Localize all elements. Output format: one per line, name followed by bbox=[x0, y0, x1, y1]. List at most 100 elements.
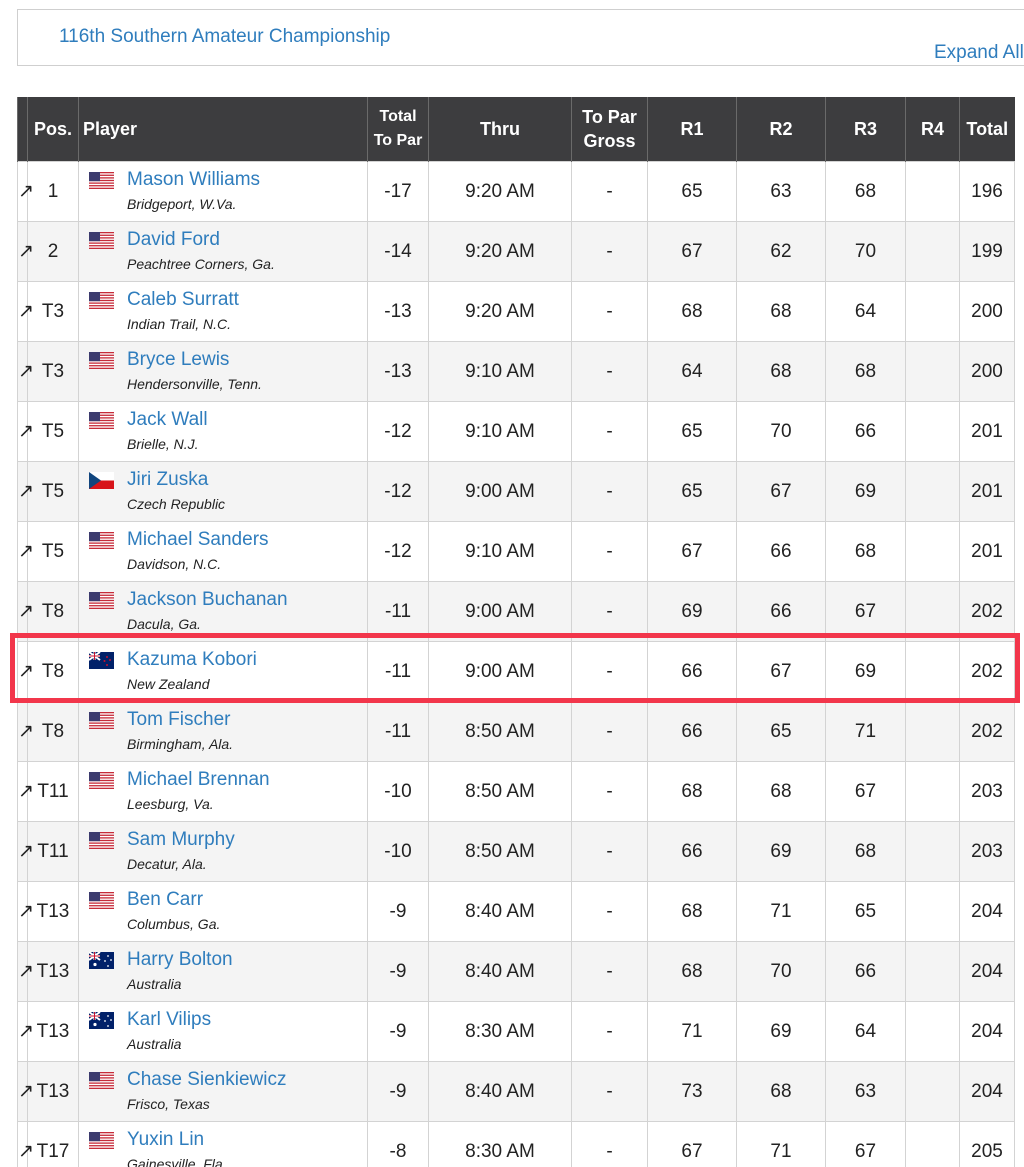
table-row[interactable]: ↗ T8 Tom Fischer Birmingham, Ala. -11 8:50 AM… bbox=[17, 701, 1015, 762]
pos-cell: T13 bbox=[27, 1001, 79, 1062]
table-row[interactable]: ↗ T3 Bryce Lewis Hendersonville, Tenn. -13 9:… bbox=[17, 341, 1015, 402]
r3-cell: 67 bbox=[825, 581, 906, 642]
table-row[interactable]: ↗ 2 David Ford Peachtree Corners, Ga. -14 9:2… bbox=[17, 221, 1015, 282]
leaderboard: Pos. Player Total To Par Thru To Par Gross… bbox=[17, 97, 1017, 1167]
table-row[interactable]: ↗ T5 Michael Sanders Davidson, N.C. -12 9:10 … bbox=[17, 521, 1015, 582]
table-row[interactable]: ↗ T3 Caleb Surratt Indian Trail, N.C. -13 9:2… bbox=[17, 281, 1015, 342]
expand-row-icon[interactable]: ↗ bbox=[17, 461, 34, 522]
player-name-link[interactable]: Karl Vilips bbox=[127, 1009, 211, 1031]
expand-row-icon[interactable]: ↗ bbox=[17, 641, 34, 702]
table-row[interactable]: ↗ T11 Sam Murphy Decatur, Ala. -10 8:50 AM -66… bbox=[17, 821, 1015, 882]
player-name-link[interactable]: Ben Carr bbox=[127, 889, 203, 911]
player-cell: Michael Brennan Leesburg, Va. bbox=[78, 761, 368, 822]
table-row-highlighted[interactable]: ↗ T8 Kazuma Kobori New Zealand -11 9:00 AM -66… bbox=[17, 641, 1015, 702]
header-player[interactable]: Player bbox=[78, 97, 368, 162]
expand-row-icon[interactable]: ↗ bbox=[17, 701, 34, 762]
expand-row-icon[interactable]: ↗ bbox=[17, 221, 34, 282]
expand-row-icon[interactable]: ↗ bbox=[17, 821, 34, 882]
table-row[interactable]: ↗ T13 Ben Carr Columbus, Ga. -9 8:40 AM -68 71 6… bbox=[17, 881, 1015, 942]
expand-row-icon[interactable]: ↗ bbox=[17, 1121, 34, 1167]
r1-cell: 67 bbox=[647, 1121, 737, 1167]
header-pos[interactable]: Pos. bbox=[27, 97, 79, 162]
thru-cell: 8:50 AM bbox=[428, 701, 572, 762]
table-row[interactable]: ↗ T5 Jack Wall Brielle, N.J. -12 9:10 AM -65 70… bbox=[17, 401, 1015, 462]
r4-cell bbox=[905, 1121, 960, 1167]
r4-cell bbox=[905, 941, 960, 1002]
expand-row-icon[interactable]: ↗ bbox=[17, 341, 34, 402]
player-name-link[interactable]: Chase Sienkiewicz bbox=[127, 1069, 286, 1091]
expand-row-icon[interactable]: ↗ bbox=[17, 881, 34, 942]
player-name-link[interactable]: Bryce Lewis bbox=[127, 349, 229, 371]
r4-cell bbox=[905, 761, 960, 822]
to-par-gross-cell: - bbox=[571, 461, 648, 522]
player-name-link[interactable]: Tom Fischer bbox=[127, 709, 230, 731]
r3-cell: 67 bbox=[825, 761, 906, 822]
player-location: Brielle, N.J. bbox=[127, 436, 199, 452]
r3-cell: 65 bbox=[825, 881, 906, 942]
r2-cell: 70 bbox=[736, 941, 826, 1002]
player-name-link[interactable]: Kazuma Kobori bbox=[127, 649, 257, 671]
player-name-link[interactable]: Michael Sanders bbox=[127, 529, 269, 551]
total-cell: 203 bbox=[959, 761, 1015, 822]
table-row[interactable]: ↗ T17 Yuxin Lin Gainesville, Fla. -8 8:30 AM -… bbox=[17, 1121, 1015, 1167]
header-thru[interactable]: Thru bbox=[428, 97, 572, 162]
player-name-link[interactable]: Michael Brennan bbox=[127, 769, 270, 791]
player-name-link[interactable]: Jackson Buchanan bbox=[127, 589, 288, 611]
total-to-par-cell: -11 bbox=[367, 581, 429, 642]
header-total-to-par[interactable]: Total To Par bbox=[367, 97, 429, 162]
table-row[interactable]: ↗ T5 Jiri Zuska Czech Republic -12 9:00 AM -65… bbox=[17, 461, 1015, 522]
header-r2[interactable]: R2 bbox=[736, 97, 826, 162]
table-row[interactable]: ↗ T8 Jackson Buchanan Dacula, Ga. -11 9:00 AM… bbox=[17, 581, 1015, 642]
expand-row-icon[interactable]: ↗ bbox=[17, 161, 34, 222]
table-row[interactable]: ↗ T13 Harry Bolton Australia -9 8:40 AM -68 70 6… bbox=[17, 941, 1015, 1002]
to-par-gross-cell: - bbox=[571, 701, 648, 762]
expand-row-icon[interactable]: ↗ bbox=[17, 1001, 34, 1062]
player-cell: Caleb Surratt Indian Trail, N.C. bbox=[78, 281, 368, 342]
table-row[interactable]: ↗ T13 Chase Sienkiewicz Frisco, Texas -9 8:40… bbox=[17, 1061, 1015, 1122]
thru-cell: 9:00 AM bbox=[428, 581, 572, 642]
r2-cell: 68 bbox=[736, 761, 826, 822]
player-name-link[interactable]: Jiri Zuska bbox=[127, 469, 208, 491]
player-name-link[interactable]: David Ford bbox=[127, 229, 220, 251]
expand-row-icon[interactable]: ↗ bbox=[17, 1061, 34, 1122]
player-cell: Jackson Buchanan Dacula, Ga. bbox=[78, 581, 368, 642]
header-r4[interactable]: R4 bbox=[905, 97, 960, 162]
player-name-link[interactable]: Harry Bolton bbox=[127, 949, 233, 971]
expand-row-icon[interactable]: ↗ bbox=[17, 581, 34, 642]
table-row[interactable]: ↗ T13 Karl Vilips Australia -9 8:30 AM -71 69 64… bbox=[17, 1001, 1015, 1062]
total-cell: 200 bbox=[959, 281, 1015, 342]
expand-row-icon[interactable]: ↗ bbox=[17, 401, 34, 462]
total-cell: 204 bbox=[959, 941, 1015, 1002]
usa-flag-icon bbox=[89, 832, 114, 849]
player-name-link[interactable]: Caleb Surratt bbox=[127, 289, 239, 311]
player-name-link[interactable]: Sam Murphy bbox=[127, 829, 235, 851]
total-cell: 201 bbox=[959, 401, 1015, 462]
header-to-par-gross[interactable]: To Par Gross bbox=[571, 97, 648, 162]
expand-row-icon[interactable]: ↗ bbox=[17, 521, 34, 582]
header-r3[interactable]: R3 bbox=[825, 97, 906, 162]
event-title[interactable]: 116th Southern Amateur Championship bbox=[59, 26, 390, 48]
player-name-link[interactable]: Mason Williams bbox=[127, 169, 260, 191]
table-row[interactable]: ↗ 1 Mason Williams Bridgeport, W.Va. -17 9:20… bbox=[17, 161, 1015, 222]
r3-cell: 69 bbox=[825, 461, 906, 522]
player-name-link[interactable]: Yuxin Lin bbox=[127, 1129, 204, 1151]
r4-cell bbox=[905, 401, 960, 462]
to-par-gross-cell: - bbox=[571, 341, 648, 402]
expand-row-icon[interactable]: ↗ bbox=[17, 941, 34, 1002]
player-location: Dacula, Ga. bbox=[127, 616, 201, 632]
thru-cell: 8:40 AM bbox=[428, 1061, 572, 1122]
player-location: Indian Trail, N.C. bbox=[127, 316, 231, 332]
table-row[interactable]: ↗ T11 Michael Brennan Leesburg, Va. -10 8:50 … bbox=[17, 761, 1015, 822]
player-cell: Michael Sanders Davidson, N.C. bbox=[78, 521, 368, 582]
header-total[interactable]: Total bbox=[959, 97, 1015, 162]
player-name-link[interactable]: Jack Wall bbox=[127, 409, 208, 431]
expand-all-link[interactable]: Expand All bbox=[934, 42, 1024, 64]
r4-cell bbox=[905, 161, 960, 222]
r2-cell: 63 bbox=[736, 161, 826, 222]
total-cell: 204 bbox=[959, 1061, 1015, 1122]
expand-row-icon[interactable]: ↗ bbox=[17, 281, 34, 342]
expand-row-icon[interactable]: ↗ bbox=[17, 761, 34, 822]
usa-flag-icon bbox=[89, 1072, 114, 1089]
pos-cell: 1 bbox=[27, 161, 79, 222]
header-r1[interactable]: R1 bbox=[647, 97, 737, 162]
